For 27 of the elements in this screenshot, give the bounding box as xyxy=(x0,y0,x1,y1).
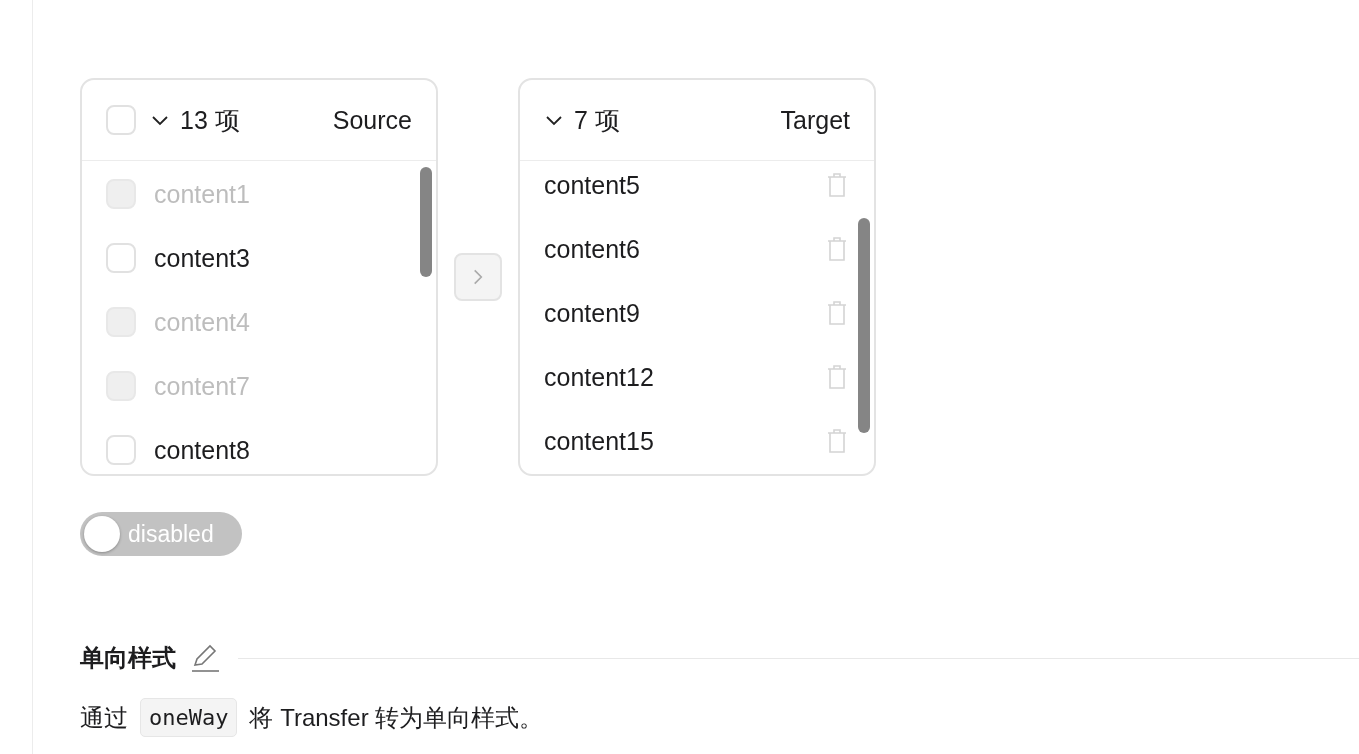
description-text: 将 Transfer 转为单向样式。 xyxy=(249,702,544,733)
scrollbar-thumb[interactable] xyxy=(420,167,432,277)
trash-icon[interactable] xyxy=(826,236,848,262)
toggle-switch[interactable]: disabled xyxy=(80,512,242,556)
select-all-checkbox[interactable] xyxy=(106,105,136,135)
item-label[interactable]: content3 xyxy=(154,243,250,273)
item-count: 13 项 xyxy=(180,104,240,136)
item-checkbox[interactable] xyxy=(106,435,136,465)
panel-title: Source xyxy=(332,105,412,135)
item-label: content6 xyxy=(544,234,640,264)
item-label[interactable]: content8 xyxy=(154,435,250,465)
item-label: content12 xyxy=(544,362,654,392)
pencil-icon[interactable] xyxy=(190,643,220,673)
trash-icon[interactable] xyxy=(826,172,848,198)
item-checkbox[interactable] xyxy=(106,243,136,273)
item-count: 7 项 xyxy=(574,104,620,136)
description-text: 通过 xyxy=(80,702,128,733)
trash-icon[interactable] xyxy=(826,364,848,390)
panel-title: Target xyxy=(780,105,850,135)
code-chip: oneWay xyxy=(140,698,238,737)
item-label: content15 xyxy=(544,426,654,456)
item-label: content9 xyxy=(544,298,640,328)
scrollbar-thumb[interactable] xyxy=(858,218,870,433)
section-title: 单向样式 xyxy=(80,643,176,673)
trash-icon[interactable] xyxy=(826,300,848,326)
trash-icon[interactable] xyxy=(826,428,848,454)
item-label: content5 xyxy=(544,170,640,200)
